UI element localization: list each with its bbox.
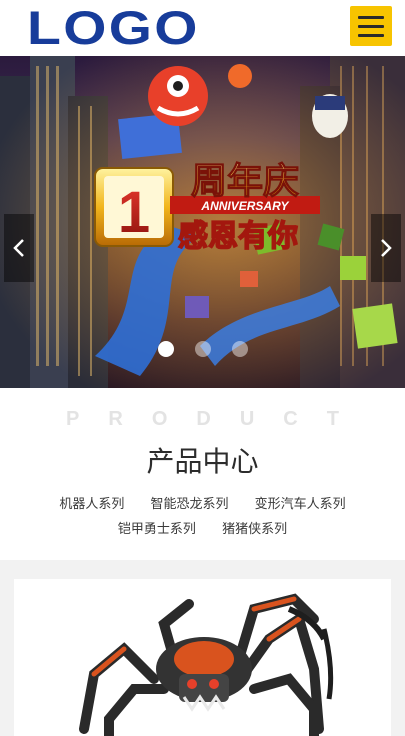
hamburger-menu-icon-bar — [358, 25, 384, 28]
menu-button[interactable] — [350, 6, 392, 46]
product-image — [79, 593, 334, 736]
banner-headline-top: 周年庆 — [191, 161, 299, 202]
product-section: PRODUCT 产品中心 机器人系列 智能恐龙系列 变形汽车人系列 铠甲勇士系列… — [0, 388, 405, 560]
chevron-right-icon — [381, 239, 392, 257]
logo[interactable]: LOGO — [27, 4, 210, 52]
banner-headline-sub: ANNIVERSARY — [200, 199, 289, 213]
category-link[interactable]: 机器人系列 — [59, 492, 124, 517]
section-title: 产品中心 — [146, 445, 259, 478]
category-link[interactable]: 智能恐龙系列 — [150, 492, 228, 517]
category-link[interactable]: 猪猪侠系列 — [222, 517, 287, 542]
banner-carousel: 1 周年庆 ANNIVERSARY 感恩有你 — [0, 56, 405, 388]
hamburger-menu-icon-bar — [358, 34, 384, 37]
banner-headline-bottom: 感恩有你 — [178, 219, 298, 254]
banner-badge-number: 1 — [118, 180, 150, 245]
carousel-dot[interactable] — [232, 341, 248, 357]
carousel-next-button[interactable] — [371, 214, 401, 282]
category-link[interactable]: 变形汽车人系列 — [255, 492, 346, 517]
hamburger-menu-icon — [358, 16, 384, 19]
carousel-dot[interactable] — [195, 341, 211, 357]
carousel-dot[interactable] — [158, 341, 174, 357]
category-list: 机器人系列 智能恐龙系列 变形汽车人系列 铠甲勇士系列 猪猪侠系列 — [20, 492, 385, 542]
banner-image: 1 周年庆 ANNIVERSARY 感恩有你 — [0, 56, 405, 388]
site-header: LOGO — [0, 0, 405, 56]
category-link[interactable]: 铠甲勇士系列 — [118, 517, 196, 542]
carousel-prev-button[interactable] — [4, 214, 34, 282]
section-eyebrow: PRODUCT — [66, 408, 368, 430]
carousel-pagination — [158, 341, 250, 359]
chevron-left-icon — [13, 239, 24, 257]
product-card[interactable] — [14, 579, 391, 736]
